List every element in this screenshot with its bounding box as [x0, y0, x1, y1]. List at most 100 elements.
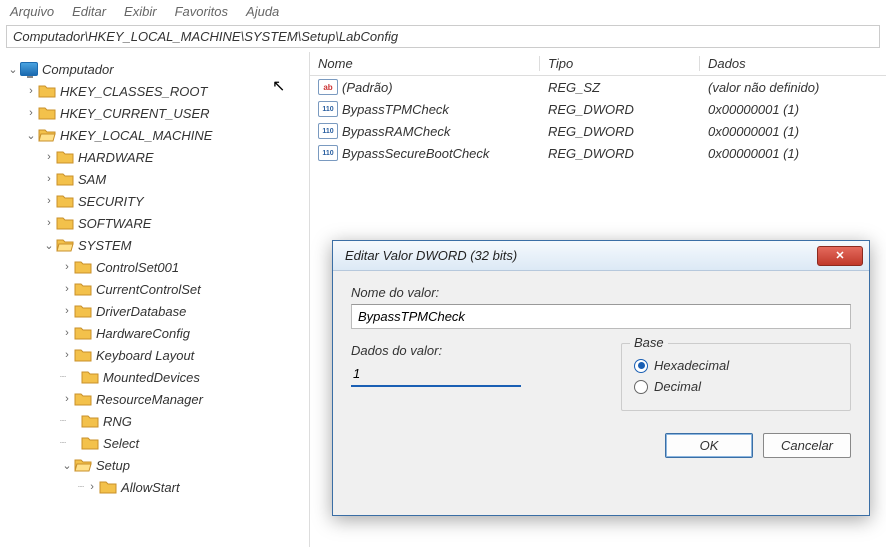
tree-rng[interactable]: RNG — [103, 414, 132, 429]
tree-select[interactable]: Select — [103, 436, 139, 451]
mouse-cursor-icon: ↖ — [272, 76, 285, 96]
tree-security[interactable]: SECURITY — [78, 194, 144, 209]
menu-ajuda[interactable]: Ajuda — [246, 4, 279, 19]
value-data-input[interactable] — [351, 362, 521, 387]
value-name: BypassSecureBootCheck — [342, 146, 540, 161]
folder-icon — [99, 479, 117, 495]
tree-setup[interactable]: Setup — [96, 458, 130, 473]
folder-icon — [74, 259, 92, 275]
folder-open-icon — [74, 457, 92, 473]
folder-icon — [56, 149, 74, 165]
menu-editar[interactable]: Editar — [72, 4, 106, 19]
radio-decimal[interactable]: Decimal — [634, 379, 838, 394]
tree-allowstart[interactable]: AllowStart — [121, 480, 180, 495]
cancel-button[interactable]: Cancelar — [763, 433, 851, 458]
tree-hwconfig[interactable]: HardwareConfig — [96, 326, 190, 341]
tree-hkcu[interactable]: HKEY_CURRENT_USER — [60, 106, 210, 121]
expander-icon[interactable]: › — [60, 393, 74, 405]
radio-dot-icon — [634, 359, 648, 373]
radio-hexadecimal[interactable]: Hexadecimal — [634, 358, 838, 373]
folder-icon — [74, 391, 92, 407]
tree-hardware[interactable]: HARDWARE — [78, 150, 154, 165]
dialog-titlebar[interactable]: Editar Valor DWORD (32 bits) ✕ — [333, 241, 869, 271]
tree-line-icon: ┈ — [60, 416, 65, 427]
expander-icon[interactable]: › — [60, 305, 74, 317]
dword-value-icon: 110 — [318, 101, 338, 117]
tree-line-icon: ┈ — [60, 372, 65, 383]
folder-icon — [74, 347, 92, 363]
value-row[interactable]: ab (Padrão) REG_SZ (valor não definido) — [310, 76, 886, 98]
folder-icon — [74, 325, 92, 341]
folder-icon — [56, 215, 74, 231]
tree-hkcr[interactable]: HKEY_CLASSES_ROOT — [60, 84, 207, 99]
expander-icon[interactable]: › — [60, 261, 74, 273]
tree-resmgr[interactable]: ResourceManager — [96, 392, 203, 407]
folder-icon — [81, 435, 99, 451]
value-name: BypassRAMCheck — [342, 124, 540, 139]
value-type: REG_DWORD — [540, 124, 700, 139]
menu-bar: Arquivo Editar Exibir Favoritos Ajuda — [0, 0, 886, 23]
value-data-label: Dados do valor: — [351, 343, 597, 358]
value-row[interactable]: 110 BypassSecureBootCheck REG_DWORD 0x00… — [310, 142, 886, 164]
folder-icon — [38, 83, 56, 99]
folder-icon — [56, 193, 74, 209]
folder-icon — [81, 413, 99, 429]
dialog-title: Editar Valor DWORD (32 bits) — [345, 248, 817, 263]
expander-icon[interactable]: ⌄ — [60, 459, 74, 472]
value-row[interactable]: 110 BypassRAMCheck REG_DWORD 0x00000001 … — [310, 120, 886, 142]
registry-tree[interactable]: ↖ ⌄ Computador › HKEY_CLASSES_ROOT › HKEY_C… — [0, 52, 310, 547]
dword-value-icon: 110 — [318, 123, 338, 139]
tree-hklm[interactable]: HKEY_LOCAL_MACHINE — [60, 128, 212, 143]
expander-icon[interactable]: › — [24, 85, 38, 97]
ok-button[interactable]: OK — [665, 433, 753, 458]
tree-software[interactable]: SOFTWARE — [78, 216, 151, 231]
value-data: 0x00000001 (1) — [700, 102, 886, 117]
folder-open-icon — [56, 237, 74, 253]
expander-icon[interactable]: ⌄ — [24, 129, 38, 142]
expander-icon[interactable]: › — [42, 151, 56, 163]
close-button[interactable]: ✕ — [817, 246, 863, 266]
expander-icon[interactable]: › — [60, 349, 74, 361]
expander-icon[interactable]: › — [42, 217, 56, 229]
computer-icon — [20, 62, 38, 76]
address-bar[interactable]: Computador\HKEY_LOCAL_MACHINE\SYSTEM\Set… — [6, 25, 880, 48]
expander-icon[interactable]: › — [60, 283, 74, 295]
expander-icon[interactable]: › — [60, 327, 74, 339]
tree-mounted[interactable]: MountedDevices — [103, 370, 200, 385]
expander-icon[interactable]: › — [42, 173, 56, 185]
tree-kblayout[interactable]: Keyboard Layout — [96, 348, 194, 363]
values-header: Nome Tipo Dados — [310, 52, 886, 76]
value-data: (valor não definido) — [700, 80, 886, 95]
tree-ccs[interactable]: CurrentControlSet — [96, 282, 201, 297]
base-groupbox: Base Hexadecimal Decimal — [621, 343, 851, 411]
radio-dot-icon — [634, 380, 648, 394]
col-header-type[interactable]: Tipo — [540, 56, 700, 71]
menu-favoritos[interactable]: Favoritos — [175, 4, 228, 19]
value-data: 0x00000001 (1) — [700, 146, 886, 161]
tree-sam[interactable]: SAM — [78, 172, 106, 187]
folder-icon — [81, 369, 99, 385]
tree-line-icon: ┈ — [78, 482, 83, 493]
value-type: REG_SZ — [540, 80, 700, 95]
value-name: BypassTPMCheck — [342, 102, 540, 117]
value-row[interactable]: 110 BypassTPMCheck REG_DWORD 0x00000001 … — [310, 98, 886, 120]
menu-exibir[interactable]: Exibir — [124, 4, 157, 19]
expander-icon[interactable]: › — [85, 481, 99, 493]
folder-icon — [38, 105, 56, 121]
col-header-data[interactable]: Dados — [700, 56, 886, 71]
tree-cs001[interactable]: ControlSet001 — [96, 260, 179, 275]
expander-icon[interactable]: › — [42, 195, 56, 207]
expander-icon[interactable]: ⌄ — [42, 239, 56, 252]
tree-system[interactable]: SYSTEM — [78, 238, 131, 253]
expander-icon[interactable]: ⌄ — [6, 63, 20, 76]
tree-root[interactable]: Computador — [42, 62, 114, 77]
col-header-name[interactable]: Nome — [310, 56, 540, 71]
value-name-input[interactable] — [351, 304, 851, 329]
tree-line-icon: ┈ — [60, 438, 65, 449]
tree-driverdb[interactable]: DriverDatabase — [96, 304, 186, 319]
folder-icon — [74, 303, 92, 319]
expander-icon[interactable]: › — [24, 107, 38, 119]
value-name-label: Nome do valor: — [351, 285, 851, 300]
menu-arquivo[interactable]: Arquivo — [10, 4, 54, 19]
value-name: (Padrão) — [342, 80, 540, 95]
